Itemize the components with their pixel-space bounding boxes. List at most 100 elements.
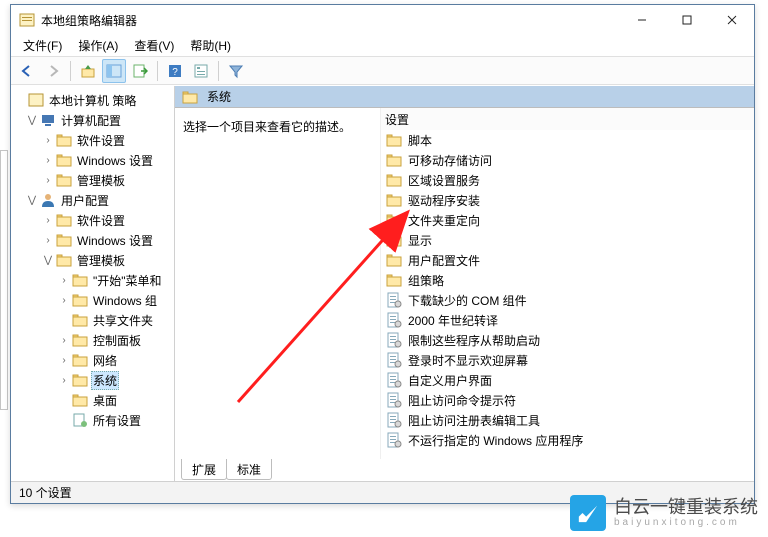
folder-icon — [386, 232, 402, 248]
filter-button[interactable] — [224, 59, 248, 83]
list-item-label: 显示 — [408, 232, 432, 249]
tree-item[interactable]: ›共享文件夹 — [11, 310, 175, 330]
tree-item[interactable]: ›系统 — [11, 370, 175, 390]
tab-standard[interactable]: 标准 — [226, 459, 272, 480]
svg-text:?: ? — [172, 67, 178, 78]
menu-file[interactable]: 文件(F) — [15, 35, 70, 56]
tree-item[interactable]: › 软件设置 — [11, 210, 175, 230]
toolbar-separator — [218, 61, 219, 81]
path-header[interactable]: 系统 — [175, 86, 754, 108]
settings-list[interactable]: 脚本可移动存储访问区域设置服务驱动程序安装文件夹重定向显示用户配置文件组策略下载… — [381, 130, 754, 459]
tree-label: 管理模板 — [75, 171, 127, 190]
list-item-folder[interactable]: 显示 — [381, 230, 754, 250]
list-item-setting[interactable]: 阻止访问注册表编辑工具 — [381, 410, 754, 430]
tree-computer-config[interactable]: ⋁ 计算机配置 — [11, 110, 175, 130]
help-button[interactable]: ? — [163, 59, 187, 83]
list-item-label: 用户配置文件 — [408, 252, 480, 269]
description-prompt: 选择一个项目来查看它的描述。 — [183, 120, 351, 134]
folder-icon — [56, 152, 72, 168]
policy-tree: ▸ 本地计算机 策略 ⋁ 计算机配置 › 软件设置 ›Windows 设置 › 管理… — [11, 86, 175, 434]
list-item-folder[interactable]: 组策略 — [381, 270, 754, 290]
list-item-folder[interactable]: 文件夹重定向 — [381, 210, 754, 230]
export-list-button[interactable] — [128, 59, 152, 83]
list-item-folder[interactable]: 用户配置文件 — [381, 250, 754, 270]
expander-icon[interactable]: › — [57, 293, 71, 307]
tree-item[interactable]: ›桌面 — [11, 390, 175, 410]
expander-icon[interactable]: ⋁ — [25, 113, 39, 127]
list-item-setting[interactable]: 下载缺少的 COM 组件 — [381, 290, 754, 310]
properties-button[interactable] — [189, 59, 213, 83]
nav-forward-button[interactable] — [41, 59, 65, 83]
list-item-setting[interactable]: 自定义用户界面 — [381, 370, 754, 390]
tree-label: 桌面 — [91, 391, 119, 410]
watermark-badge-icon — [570, 495, 606, 531]
tree-label: 软件设置 — [75, 211, 127, 230]
minimize-button[interactable] — [619, 5, 664, 35]
watermark-sub: baiyunxitong.com — [614, 517, 758, 528]
maximize-button[interactable] — [664, 5, 709, 35]
folder-icon — [386, 272, 402, 288]
list-item-setting[interactable]: 2000 年世纪转译 — [381, 310, 754, 330]
expander-icon[interactable]: › — [57, 333, 71, 347]
app-icon — [19, 12, 35, 28]
expander-icon[interactable]: › — [57, 273, 71, 287]
description-column: 选择一个项目来查看它的描述。 — [175, 108, 380, 459]
menu-view[interactable]: 查看(V) — [126, 35, 182, 56]
tree-item[interactable]: ›网络 — [11, 350, 175, 370]
tree-item[interactable]: › 控制面板 — [11, 330, 175, 350]
setting-icon — [386, 432, 402, 448]
tree-label: 控制面板 — [91, 331, 143, 350]
expander-icon[interactable]: ⋁ — [41, 253, 55, 267]
close-button[interactable] — [709, 5, 754, 35]
tree-item[interactable]: ›Windows 设置 — [11, 230, 175, 250]
tree-item[interactable]: › 管理模板 — [11, 170, 175, 190]
titlebar[interactable]: 本地组策略编辑器 — [11, 5, 754, 35]
list-item-label: 下载缺少的 COM 组件 — [408, 292, 527, 309]
tree-pane[interactable]: ▸ 本地计算机 策略 ⋁ 计算机配置 › 软件设置 ›Windows 设置 › 管理… — [11, 86, 175, 481]
list-item-folder[interactable]: 区域设置服务 — [381, 170, 754, 190]
tree-item[interactable]: › Windows 组 — [11, 290, 175, 310]
list-item-folder[interactable]: 脚本 — [381, 130, 754, 150]
tree-admin-templates[interactable]: ⋁管理模板 — [11, 250, 175, 270]
tree-user-config[interactable]: ⋁ 用户配置 — [11, 190, 175, 210]
column-header[interactable]: 设置 — [381, 108, 754, 130]
list-item-folder[interactable]: 驱动程序安装 — [381, 190, 754, 210]
tree-item[interactable]: ›所有设置 — [11, 410, 175, 430]
expander-icon[interactable]: › — [41, 133, 55, 147]
expander-icon[interactable]: ⋁ — [25, 193, 39, 207]
menu-help[interactable]: 帮助(H) — [182, 35, 239, 56]
tree-item[interactable]: ›软件设置 — [11, 130, 175, 150]
tree-root[interactable]: ▸ 本地计算机 策略 — [11, 90, 175, 110]
list-item-setting[interactable]: 阻止访问命令提示符 — [381, 390, 754, 410]
details-pane: 系统 选择一个项目来查看它的描述。 设置 脚本可移动存储访问区域设置服务驱动程序… — [175, 86, 754, 481]
expander-icon[interactable]: › — [41, 233, 55, 247]
expander-icon[interactable]: › — [41, 153, 55, 167]
watermark-brand: 白云一键重装系统 — [614, 498, 758, 518]
folder-icon — [72, 392, 88, 408]
list-item-setting[interactable]: 限制这些程序从帮助启动 — [381, 330, 754, 350]
expander-icon[interactable]: › — [41, 173, 55, 187]
up-level-button[interactable] — [76, 59, 100, 83]
tree-label: "开始"菜单和 — [91, 271, 164, 290]
window-title: 本地组策略编辑器 — [41, 12, 619, 29]
list-item-folder[interactable]: 可移动存储访问 — [381, 150, 754, 170]
show-hide-tree-button[interactable] — [102, 59, 126, 83]
list-item-setting[interactable]: 登录时不显示欢迎屏幕 — [381, 350, 754, 370]
folder-icon — [56, 212, 72, 228]
nav-back-button[interactable] — [15, 59, 39, 83]
setting-icon — [386, 372, 402, 388]
folder-icon — [182, 89, 198, 105]
list-item-setting[interactable]: 不运行指定的 Windows 应用程序 — [381, 430, 754, 450]
tree-item[interactable]: › "开始"菜单和 — [11, 270, 175, 290]
user-icon — [40, 192, 56, 208]
tree-label: Windows 组 — [91, 291, 159, 310]
expander-icon[interactable]: › — [57, 373, 71, 387]
expander-icon[interactable]: › — [41, 213, 55, 227]
folder-icon — [386, 192, 402, 208]
setting-icon — [386, 392, 402, 408]
menu-action[interactable]: 操作(A) — [70, 35, 126, 56]
tab-extended[interactable]: 扩展 — [181, 459, 227, 480]
tree-item[interactable]: ›Windows 设置 — [11, 150, 175, 170]
gpedit-window: 本地组策略编辑器 文件(F) 操作(A) 查看(V) 帮助(H) ? — [10, 4, 755, 504]
expander-icon[interactable]: › — [57, 353, 71, 367]
